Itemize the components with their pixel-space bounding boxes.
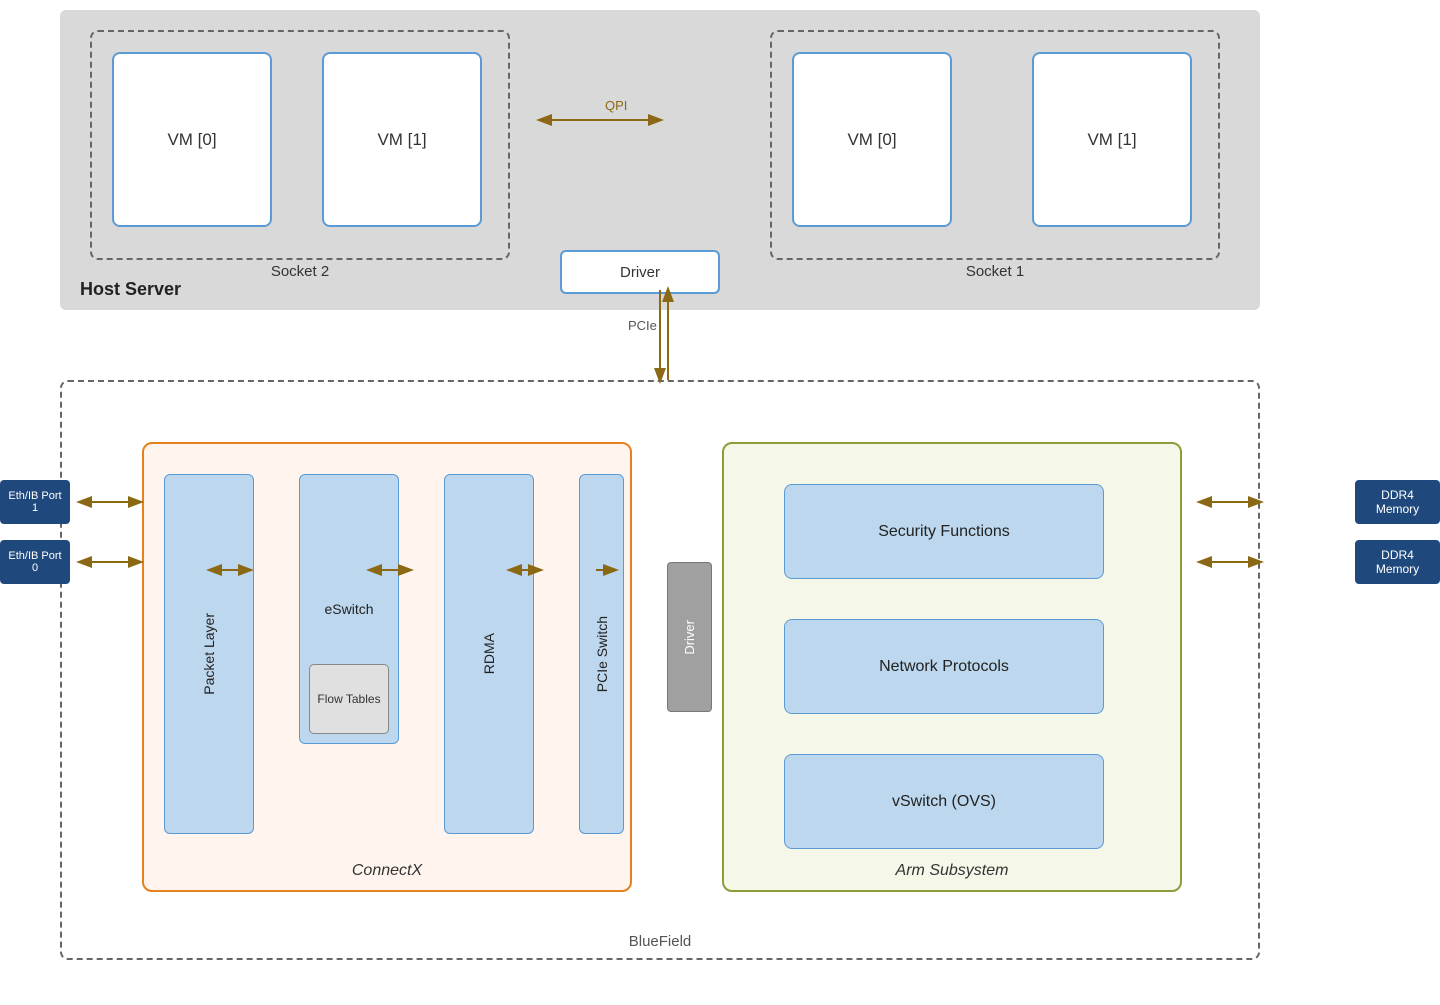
socket2-vm0: VM [0] (112, 52, 272, 227)
network-protocols: Network Protocols (784, 619, 1104, 714)
pcie-label: PCIe (628, 318, 657, 333)
eth-ib-port0: Eth/IB Port 0 (0, 540, 70, 584)
arm-subsystem-box: Security Functions Network Protocols vSw… (722, 442, 1182, 892)
arm-subsystem-label: Arm Subsystem (896, 862, 1009, 880)
connectx-box: Packet Layer eSwitch Flow Tables RDMA PC… (142, 442, 632, 892)
bluefield-outer: Packet Layer eSwitch Flow Tables RDMA PC… (60, 380, 1260, 960)
vswitch-ovs: vSwitch (OVS) (784, 754, 1104, 849)
eth-ib-port1: Eth/IB Port 1 (0, 480, 70, 524)
socket2-vm1: VM [1] (322, 52, 482, 227)
connectx-label: ConnectX (352, 862, 422, 880)
ddr4-memory-1: DDR4 Memory (1355, 480, 1440, 524)
bluefield-label: BlueField (629, 933, 692, 950)
host-driver: Driver (560, 250, 720, 294)
socket1-container: VM [0] VM [1] Socket 1 (770, 30, 1220, 260)
bluefield-driver: Driver (667, 562, 712, 712)
pcie-switch: PCIe Switch (579, 474, 624, 834)
packet-layer: Packet Layer (164, 474, 254, 834)
host-server-label: Host Server (80, 279, 181, 300)
host-server-container: VM [0] VM [1] Socket 2 VM [0] VM [1] Soc… (60, 10, 1260, 310)
socket1-label: Socket 1 (966, 263, 1024, 280)
ddr4-memory-2: DDR4 Memory (1355, 540, 1440, 584)
socket1-vm0: VM [0] (792, 52, 952, 227)
security-functions: Security Functions (784, 484, 1104, 579)
socket1-vm1: VM [1] (1032, 52, 1192, 227)
flow-tables: Flow Tables (309, 664, 389, 734)
socket2-container: VM [0] VM [1] Socket 2 (90, 30, 510, 260)
rdma: RDMA (444, 474, 534, 834)
socket2-label: Socket 2 (271, 263, 329, 280)
qpi-label: QPI (605, 98, 627, 113)
